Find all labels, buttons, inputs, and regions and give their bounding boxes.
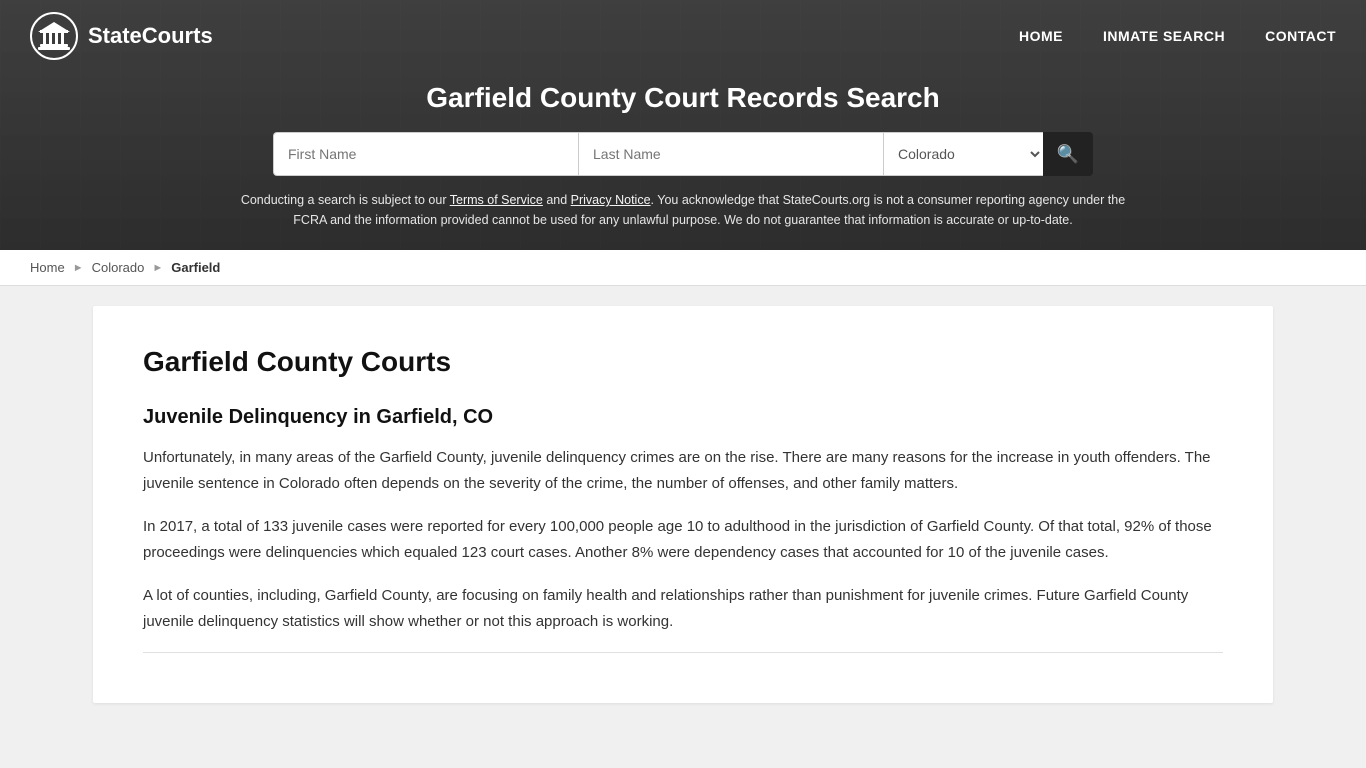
last-name-input[interactable] xyxy=(578,132,883,176)
main-wrapper: Garfield County Courts Juvenile Delinque… xyxy=(0,286,1366,723)
body-para-3: A lot of counties, including, Garfield C… xyxy=(143,583,1223,634)
breadcrumb: Home ► Colorado ► Garfield xyxy=(0,250,1366,286)
nav-contact[interactable]: CONTACT xyxy=(1265,28,1336,44)
breadcrumb-county: Garfield xyxy=(171,260,220,275)
body-para-1: Unfortunately, in many areas of the Garf… xyxy=(143,445,1223,496)
nav-home[interactable]: HOME xyxy=(1019,28,1063,44)
navbar: StateCourts HOME INMATE SEARCH CONTACT xyxy=(0,0,1366,72)
breadcrumb-sep-2: ► xyxy=(152,262,163,274)
body-para-2: In 2017, a total of 133 juvenile cases w… xyxy=(143,514,1223,565)
hero-content: Garfield County Court Records Search Sel… xyxy=(0,72,1366,250)
breadcrumb-home[interactable]: Home xyxy=(30,260,65,275)
nav-links: HOME INMATE SEARCH CONTACT xyxy=(1019,28,1336,44)
brand-logo-link[interactable]: StateCourts xyxy=(30,12,213,60)
state-select[interactable]: Select State Alabama Alaska Arizona Arka… xyxy=(883,132,1043,176)
first-name-input[interactable] xyxy=(273,132,578,176)
hero-section: StateCourts HOME INMATE SEARCH CONTACT G… xyxy=(0,0,1366,250)
section1-title: Juvenile Delinquency in Garfield, CO xyxy=(143,406,1223,429)
terms-link[interactable]: Terms of Service xyxy=(450,193,543,207)
hero-title: Garfield County Court Records Search xyxy=(20,82,1346,114)
county-title: Garfield County Courts xyxy=(143,346,1223,378)
content-divider xyxy=(143,652,1223,653)
content-card: Garfield County Courts Juvenile Delinque… xyxy=(93,306,1273,703)
search-icon: 🔍 xyxy=(1057,144,1079,165)
nav-inmate-search[interactable]: INMATE SEARCH xyxy=(1103,28,1225,44)
breadcrumb-state[interactable]: Colorado xyxy=(92,260,145,275)
breadcrumb-sep-1: ► xyxy=(73,262,84,274)
disclaimer-text: Conducting a search is subject to our Te… xyxy=(233,190,1133,230)
privacy-link[interactable]: Privacy Notice xyxy=(571,193,651,207)
search-bar: Select State Alabama Alaska Arizona Arka… xyxy=(273,132,1093,176)
logo-icon xyxy=(30,12,78,60)
brand-name: StateCourts xyxy=(88,23,213,49)
search-button[interactable]: 🔍 xyxy=(1043,132,1093,176)
